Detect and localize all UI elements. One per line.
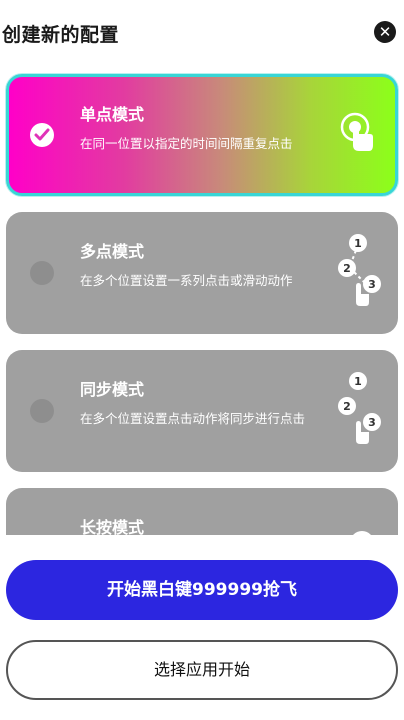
dialog-title: 创建新的配置 — [2, 24, 120, 46]
start-button[interactable]: 开始黑白键999999抢飞 — [6, 560, 398, 620]
mode-title: 多点模式 — [80, 242, 145, 261]
multi-tap-icon: 1 2 3 — [334, 232, 384, 314]
sync-tap-icon: 1 2 3 — [334, 370, 384, 452]
mode-title: 长按模式 — [80, 518, 145, 535]
mode-description: 在同一位置以指定的时间间隔重复点击 — [80, 136, 293, 151]
dialog-header: 创建新的配置 ✕ — [0, 0, 404, 62]
step-number: 1 — [354, 375, 362, 388]
select-app-button[interactable]: 选择应用开始 — [6, 640, 398, 700]
step-number: 3 — [368, 416, 376, 429]
close-icon[interactable]: ✕ — [374, 21, 396, 43]
step-number: 2 — [343, 400, 351, 413]
mode-card-multi[interactable]: 多点模式 在多个位置设置一系列点击或滑动动作 1 2 3 — [6, 212, 398, 334]
single-tap-icon — [337, 109, 381, 161]
mode-card-long-press[interactable]: 长按模式 — [6, 488, 398, 535]
mode-list[interactable]: 单点模式 在同一位置以指定的时间间隔重复点击 多点模式 在多个位置设置一系列点击… — [0, 70, 404, 535]
mode-title: 同步模式 — [80, 380, 145, 399]
mode-description: 在多个位置设置一系列点击或滑动动作 — [80, 273, 293, 288]
check-icon — [34, 128, 50, 141]
radio-unselected[interactable] — [30, 399, 54, 423]
radio-unselected[interactable] — [30, 261, 54, 285]
radio-selected[interactable] — [30, 123, 54, 147]
step-number: 1 — [354, 237, 362, 250]
step-number: 2 — [343, 262, 351, 275]
long-press-icon — [340, 523, 384, 535]
mode-title: 单点模式 — [80, 105, 145, 124]
mode-description: 在多个位置设置点击动作将同步进行点击 — [80, 411, 306, 426]
mode-card-single[interactable]: 单点模式 在同一位置以指定的时间间隔重复点击 — [6, 74, 398, 196]
mode-card-sync[interactable]: 同步模式 在多个位置设置点击动作将同步进行点击 1 2 3 — [6, 350, 398, 472]
step-number: 3 — [368, 278, 376, 291]
